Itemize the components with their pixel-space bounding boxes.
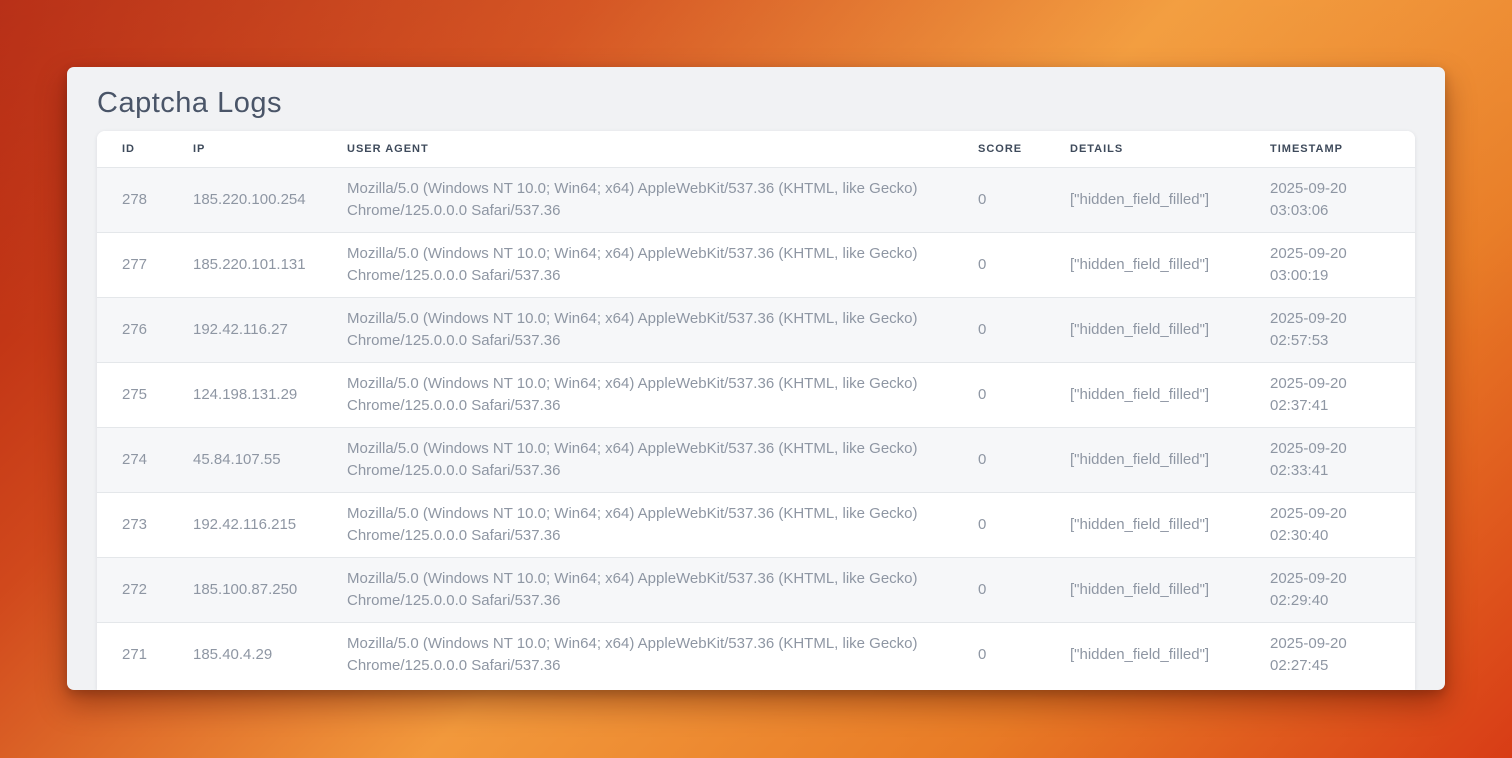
cell-user-agent: Mozilla/5.0 (Windows NT 10.0; Win64; x64… [322, 298, 953, 363]
column-header-score: SCORE [953, 131, 1045, 168]
cell-ip: 185.220.101.131 [168, 233, 322, 298]
cell-timestamp: 2025-09-20 02:33:41 [1245, 428, 1415, 493]
table-row: 274 45.84.107.55 Mozilla/5.0 (Windows NT… [97, 428, 1415, 493]
cell-score: 0 [953, 493, 1045, 558]
cell-details: ["hidden_field_filled"] [1045, 168, 1245, 233]
table-row: 276 192.42.116.27 Mozilla/5.0 (Windows N… [97, 298, 1415, 363]
cell-score: 0 [953, 168, 1045, 233]
cell-ip: 185.220.100.254 [168, 168, 322, 233]
cell-timestamp: 2025-09-20 02:30:40 [1245, 493, 1415, 558]
captcha-logs-table: ID IP USER AGENT SCORE DETAILS TIMESTAMP… [97, 131, 1415, 688]
table-row: 277 185.220.101.131 Mozilla/5.0 (Windows… [97, 233, 1415, 298]
cell-user-agent: Mozilla/5.0 (Windows NT 10.0; Win64; x64… [322, 558, 953, 623]
table-row: 278 185.220.100.254 Mozilla/5.0 (Windows… [97, 168, 1415, 233]
cell-id: 277 [97, 233, 168, 298]
column-header-details: DETAILS [1045, 131, 1245, 168]
cell-score: 0 [953, 623, 1045, 688]
cell-timestamp: 2025-09-20 03:03:06 [1245, 168, 1415, 233]
cell-score: 0 [953, 363, 1045, 428]
cell-details: ["hidden_field_filled"] [1045, 623, 1245, 688]
cell-score: 0 [953, 298, 1045, 363]
column-header-user-agent: USER AGENT [322, 131, 953, 168]
column-header-timestamp: TIMESTAMP [1245, 131, 1415, 168]
cell-timestamp: 2025-09-20 02:37:41 [1245, 363, 1415, 428]
cell-id: 278 [97, 168, 168, 233]
cell-timestamp: 2025-09-20 02:29:40 [1245, 558, 1415, 623]
column-header-ip: IP [168, 131, 322, 168]
cell-timestamp: 2025-09-20 02:27:45 [1245, 623, 1415, 688]
captcha-logs-card: Captcha Logs ID IP USER AGENT SCORE DETA… [67, 67, 1445, 690]
table-row: 272 185.100.87.250 Mozilla/5.0 (Windows … [97, 558, 1415, 623]
cell-ip: 185.100.87.250 [168, 558, 322, 623]
cell-ip: 192.42.116.215 [168, 493, 322, 558]
cell-details: ["hidden_field_filled"] [1045, 363, 1245, 428]
cell-ip: 192.42.116.27 [168, 298, 322, 363]
cell-details: ["hidden_field_filled"] [1045, 233, 1245, 298]
cell-details: ["hidden_field_filled"] [1045, 558, 1245, 623]
cell-id: 273 [97, 493, 168, 558]
cell-score: 0 [953, 233, 1045, 298]
cell-user-agent: Mozilla/5.0 (Windows NT 10.0; Win64; x64… [322, 623, 953, 688]
column-header-id: ID [97, 131, 168, 168]
cell-id: 274 [97, 428, 168, 493]
cell-ip: 185.40.4.29 [168, 623, 322, 688]
cell-id: 271 [97, 623, 168, 688]
cell-id: 275 [97, 363, 168, 428]
cell-ip: 45.84.107.55 [168, 428, 322, 493]
cell-user-agent: Mozilla/5.0 (Windows NT 10.0; Win64; x64… [322, 428, 953, 493]
cell-timestamp: 2025-09-20 03:00:19 [1245, 233, 1415, 298]
cell-score: 0 [953, 558, 1045, 623]
logs-table-container: ID IP USER AGENT SCORE DETAILS TIMESTAMP… [97, 131, 1415, 690]
cell-user-agent: Mozilla/5.0 (Windows NT 10.0; Win64; x64… [322, 493, 953, 558]
page-title: Captcha Logs [97, 85, 1415, 121]
cell-id: 272 [97, 558, 168, 623]
cell-details: ["hidden_field_filled"] [1045, 493, 1245, 558]
cell-user-agent: Mozilla/5.0 (Windows NT 10.0; Win64; x64… [322, 233, 953, 298]
cell-id: 276 [97, 298, 168, 363]
cell-user-agent: Mozilla/5.0 (Windows NT 10.0; Win64; x64… [322, 168, 953, 233]
table-header-row: ID IP USER AGENT SCORE DETAILS TIMESTAMP [97, 131, 1415, 168]
cell-score: 0 [953, 428, 1045, 493]
cell-ip: 124.198.131.29 [168, 363, 322, 428]
table-row: 275 124.198.131.29 Mozilla/5.0 (Windows … [97, 363, 1415, 428]
table-body: 278 185.220.100.254 Mozilla/5.0 (Windows… [97, 168, 1415, 688]
table-row: 273 192.42.116.215 Mozilla/5.0 (Windows … [97, 493, 1415, 558]
cell-user-agent: Mozilla/5.0 (Windows NT 10.0; Win64; x64… [322, 363, 953, 428]
table-row: 271 185.40.4.29 Mozilla/5.0 (Windows NT … [97, 623, 1415, 688]
cell-details: ["hidden_field_filled"] [1045, 298, 1245, 363]
app-background: { "page": { "title": "Captcha Logs" }, "… [0, 0, 1512, 758]
cell-details: ["hidden_field_filled"] [1045, 428, 1245, 493]
cell-timestamp: 2025-09-20 02:57:53 [1245, 298, 1415, 363]
